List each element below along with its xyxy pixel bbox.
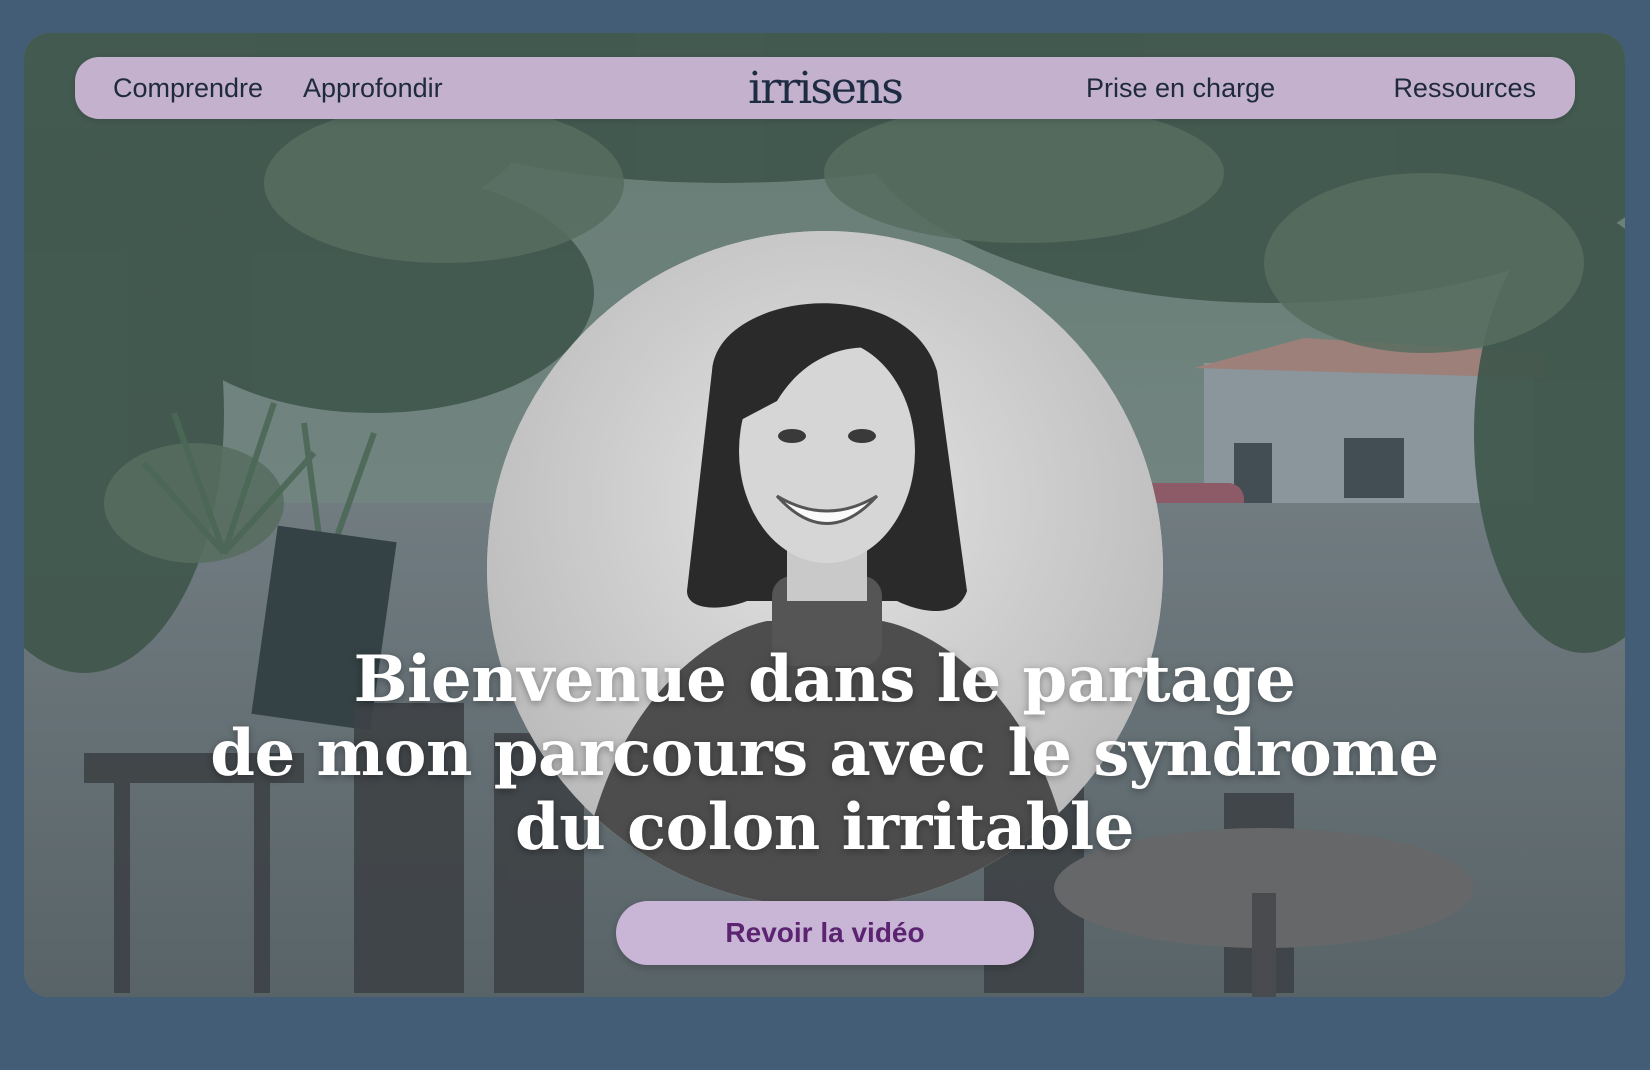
hero-section: Comprendre Approfondir irrisens Prise en… [24, 33, 1625, 997]
headline-line-2: de mon parcours avec le syndrome [210, 716, 1439, 791]
nav-link-ressources[interactable]: Ressources [1393, 57, 1536, 119]
headline-line-3: du colon irritable [515, 790, 1134, 865]
replay-video-button[interactable]: Revoir la vidéo [616, 901, 1034, 965]
hero-headline: Bienvenue dans le partage de mon parcour… [24, 643, 1625, 865]
site-logo[interactable]: irrisens [75, 57, 1575, 119]
top-navigation-bar: Comprendre Approfondir irrisens Prise en… [75, 57, 1575, 119]
nav-link-prise-en-charge[interactable]: Prise en charge [1086, 57, 1275, 119]
headline-line-1: Bienvenue dans le partage [353, 642, 1296, 717]
